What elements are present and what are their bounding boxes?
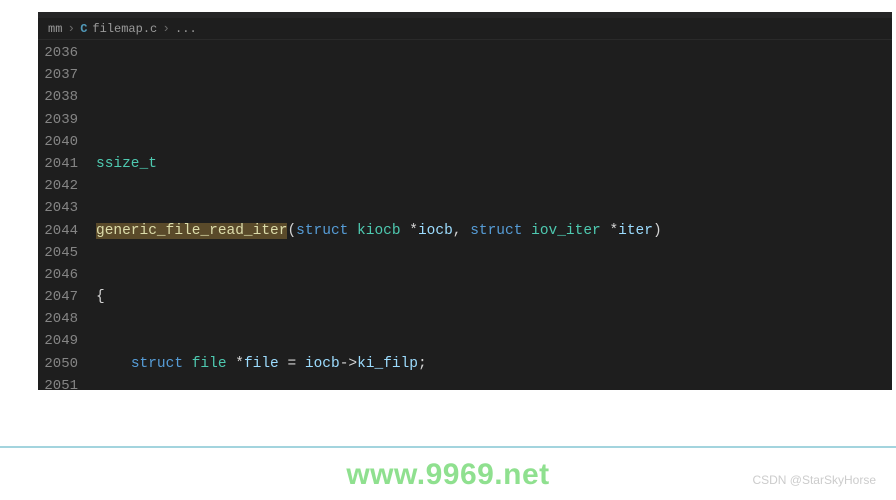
code-line[interactable] <box>96 86 892 108</box>
footer: www.9969.net CSDN @StarSkyHorse <box>0 418 896 500</box>
code-line[interactable]: generic_file_read_iter(struct kiocb *ioc… <box>96 220 892 242</box>
editor-window: mm › C filemap.c › ... 20362037203820392… <box>38 12 892 390</box>
line-number: 2041 <box>38 153 78 175</box>
line-number: 2045 <box>38 242 78 264</box>
code-line[interactable]: struct file *file = iocb->ki_filp; <box>96 353 892 375</box>
highlighted-function: generic_file_read_iter <box>96 223 287 239</box>
line-number-gutter: 2036203720382039204020412042204320442045… <box>38 40 96 390</box>
breadcrumb-file[interactable]: filemap.c <box>92 22 157 36</box>
line-number: 2049 <box>38 330 78 352</box>
code-line[interactable]: { <box>96 286 892 308</box>
line-number: 2040 <box>38 131 78 153</box>
line-number: 2042 <box>38 175 78 197</box>
line-number: 2044 <box>38 220 78 242</box>
code-line[interactable]: ssize_t <box>96 153 892 175</box>
line-number: 2047 <box>38 286 78 308</box>
code-area[interactable]: 2036203720382039204020412042204320442045… <box>38 40 892 390</box>
code-content[interactable]: ssize_t generic_file_read_iter(struct ki… <box>96 40 892 390</box>
chevron-right-icon: › <box>67 21 75 36</box>
line-number: 2048 <box>38 308 78 330</box>
line-number: 2037 <box>38 64 78 86</box>
line-number: 2038 <box>38 86 78 108</box>
line-number: 2036 <box>38 42 78 64</box>
line-number: 2039 <box>38 109 78 131</box>
line-number: 2043 <box>38 197 78 219</box>
breadcrumb-more[interactable]: ... <box>175 22 197 36</box>
breadcrumb[interactable]: mm › C filemap.c › ... <box>38 18 892 40</box>
c-lang-icon: C <box>80 22 87 36</box>
line-number: 2051 <box>38 375 78 390</box>
chevron-right-icon: › <box>162 21 170 36</box>
line-number: 2046 <box>38 264 78 286</box>
line-number: 2050 <box>38 353 78 375</box>
divider-line <box>0 446 896 448</box>
attribution-text: CSDN @StarSkyHorse <box>752 473 876 487</box>
breadcrumb-folder[interactable]: mm <box>48 22 62 36</box>
